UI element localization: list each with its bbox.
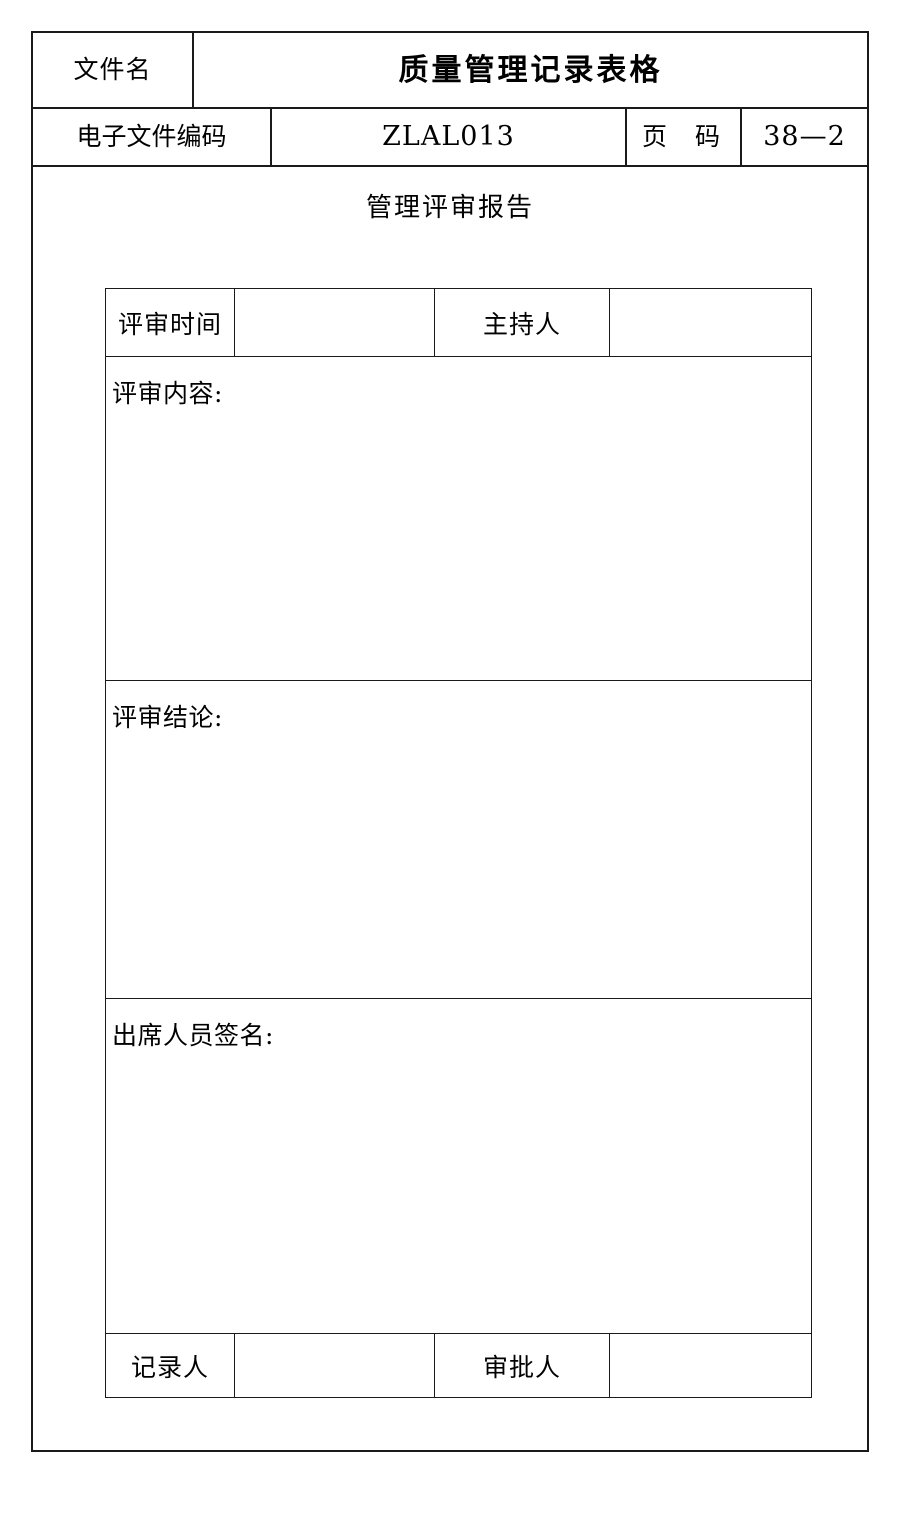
review-time-value[interactable] <box>234 288 435 357</box>
header-row-document-name: 文件名 质量管理记录表格 <box>33 33 867 109</box>
recorder-label: 记录人 <box>105 1333 235 1398</box>
attendee-signature-section[interactable]: 出席人员签名: <box>105 998 812 1334</box>
document-page-frame: 文件名 质量管理记录表格 电子文件编码 ZLAL013 页 码 38—2 管理评… <box>31 31 869 1452</box>
approver-label: 审批人 <box>434 1333 610 1398</box>
host-value[interactable] <box>609 288 812 357</box>
page-number-value: 38—2 <box>763 121 846 153</box>
review-content-section[interactable]: 评审内容: <box>105 356 812 681</box>
electronic-code-label: 电子文件编码 <box>33 109 272 165</box>
page-number-label: 页 码 <box>627 109 742 165</box>
review-content-label: 评审内容: <box>112 379 223 408</box>
management-review-form-table: 评审时间 主持人 评审内容: 评审结论: 出席人员签名: 记录人 审批人 <box>105 288 812 1398</box>
table-row-review-conclusion: 评审结论: <box>105 680 812 999</box>
approver-value[interactable] <box>609 1333 812 1398</box>
report-title: 管理评审报告 <box>365 193 534 223</box>
document-name-value: 质量管理记录表格 <box>398 52 663 88</box>
recorder-value[interactable] <box>234 1333 435 1398</box>
table-row-review-time: 评审时间 主持人 <box>105 288 812 357</box>
table-row-attendee-signature: 出席人员签名: <box>105 998 812 1334</box>
document-name-label: 文件名 <box>33 33 194 107</box>
review-conclusion-label: 评审结论: <box>112 703 223 732</box>
table-row-recorder-approver: 记录人 审批人 <box>105 1333 812 1398</box>
electronic-code-value: ZLAL013 <box>272 109 627 165</box>
page-number-label-text: 页 码 <box>642 122 730 152</box>
table-row-review-content: 评审内容: <box>105 356 812 681</box>
document-header-block: 文件名 质量管理记录表格 电子文件编码 ZLAL013 页 码 38—2 <box>33 33 867 167</box>
review-time-label: 评审时间 <box>105 288 235 357</box>
host-label: 主持人 <box>434 288 610 357</box>
header-row-document-code: 电子文件编码 ZLAL013 页 码 38—2 <box>33 109 867 167</box>
attendee-signature-label: 出席人员签名: <box>112 1021 274 1050</box>
review-conclusion-section[interactable]: 评审结论: <box>105 680 812 999</box>
